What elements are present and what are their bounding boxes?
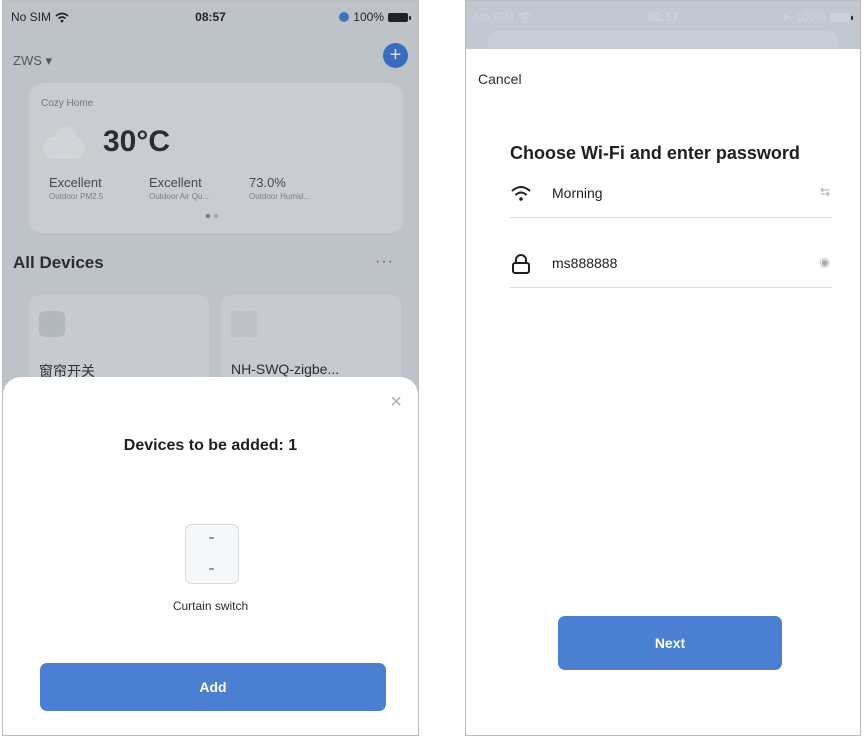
devices-to-add-sheet: × Devices to be added: 1 Curtain switch …	[3, 377, 418, 735]
curtain-switch-icon	[185, 524, 239, 584]
add-button[interactable]: Add	[40, 663, 386, 711]
status-bar: No SIM 08:57 ➤ 100%	[466, 1, 860, 31]
wifi-icon	[511, 186, 531, 201]
left-phone-screen: No SIM 08:57 100% ZWS ▾ + Cozy Home 30°C…	[2, 0, 419, 736]
page-title: Choose Wi-Fi and enter password	[510, 143, 800, 163]
eye-icon[interactable]: ◉	[820, 255, 830, 269]
wifi-network-row[interactable]: Morning ⇆	[510, 177, 832, 218]
close-icon[interactable]: ×	[390, 391, 402, 414]
password-field[interactable]: ms888888	[552, 255, 617, 271]
cancel-button[interactable]: Cancel	[478, 71, 522, 87]
sheet-title: Devices to be added: 1	[123, 437, 298, 454]
battery-percent: 100%	[795, 10, 826, 24]
wifi-name-field[interactable]: Morning	[552, 185, 603, 201]
right-phone-screen: No SIM 08:57 ➤ 100% Cancel Choose Wi-Fi …	[465, 0, 861, 736]
location-arrow-icon: ➤	[781, 10, 792, 24]
battery-icon	[830, 12, 853, 22]
next-button[interactable]: Next	[558, 616, 782, 670]
password-row[interactable]: ms888888 ◉	[510, 247, 832, 288]
device-name-label: Curtain switch	[172, 599, 249, 613]
lock-icon	[512, 254, 530, 274]
switch-network-icon[interactable]: ⇆	[820, 185, 830, 199]
